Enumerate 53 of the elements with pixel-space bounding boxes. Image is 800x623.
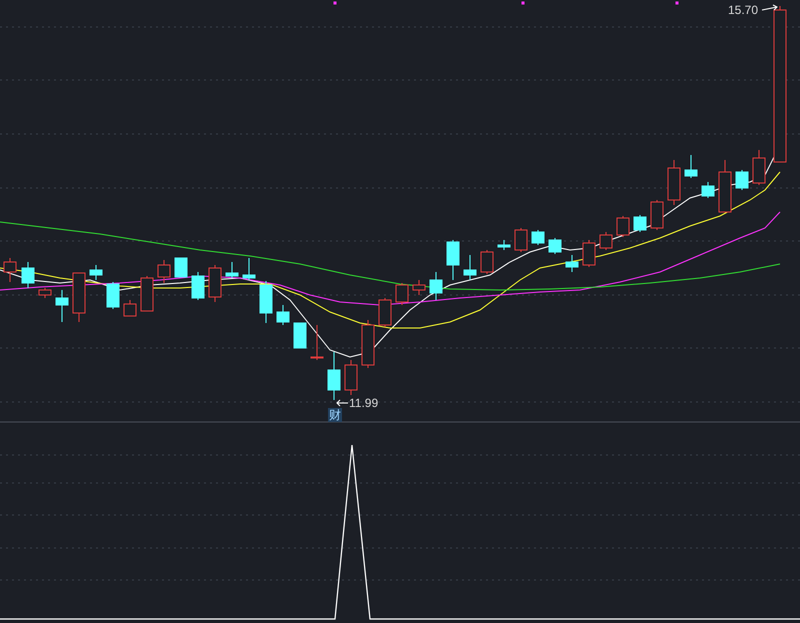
candlestick [446, 240, 460, 280]
candlestick [752, 150, 766, 186]
candlestick [158, 260, 170, 284]
candlestick [616, 216, 630, 238]
candlestick [634, 214, 646, 232]
candlestick [106, 282, 120, 310]
event-marker: 财 [328, 408, 342, 422]
candlestick [412, 280, 426, 296]
candlestick [192, 272, 204, 300]
candlestick [600, 232, 612, 250]
candlestick [498, 240, 510, 250]
signal-marker-icon [676, 2, 678, 4]
candlestick [514, 228, 528, 252]
signal-marker-icon [334, 2, 336, 4]
high-price-label: 15.70 [728, 4, 758, 16]
candlestick [90, 264, 102, 280]
candlestick [582, 240, 596, 268]
candlestick [226, 262, 238, 278]
candlestick [702, 182, 714, 198]
candlestick [344, 360, 358, 396]
candlestick [328, 352, 340, 400]
candlestick [56, 290, 68, 322]
candlestick [532, 230, 544, 246]
candlestick [124, 300, 136, 316]
candlestick [566, 254, 578, 272]
candlestick [208, 264, 222, 302]
candlestick [480, 250, 494, 274]
candlestick [430, 272, 442, 300]
pointer-arrow [336, 400, 348, 406]
candlestick [718, 160, 732, 212]
candlestick [174, 258, 188, 278]
candlestick [260, 280, 272, 324]
candlestick [736, 170, 748, 190]
candlestick [72, 272, 86, 322]
low-price-label: 11.99 [349, 397, 378, 409]
candlestick [310, 324, 324, 360]
candlestick [4, 258, 16, 282]
candlestick [276, 304, 290, 326]
candlestick [650, 200, 664, 230]
candlestick [464, 254, 476, 280]
candlestick [38, 288, 52, 298]
candlestick [684, 154, 698, 178]
candlestick [242, 258, 256, 280]
candlestick [396, 282, 408, 306]
signal-marker-icon [522, 2, 524, 4]
candlestick [294, 322, 306, 348]
candlestick [548, 238, 562, 254]
candlestick [362, 320, 374, 368]
candlestick [140, 276, 154, 312]
candlestick [22, 262, 34, 288]
pointer-arrow [762, 4, 778, 10]
candlestick [378, 298, 392, 328]
candlestick [668, 160, 680, 206]
